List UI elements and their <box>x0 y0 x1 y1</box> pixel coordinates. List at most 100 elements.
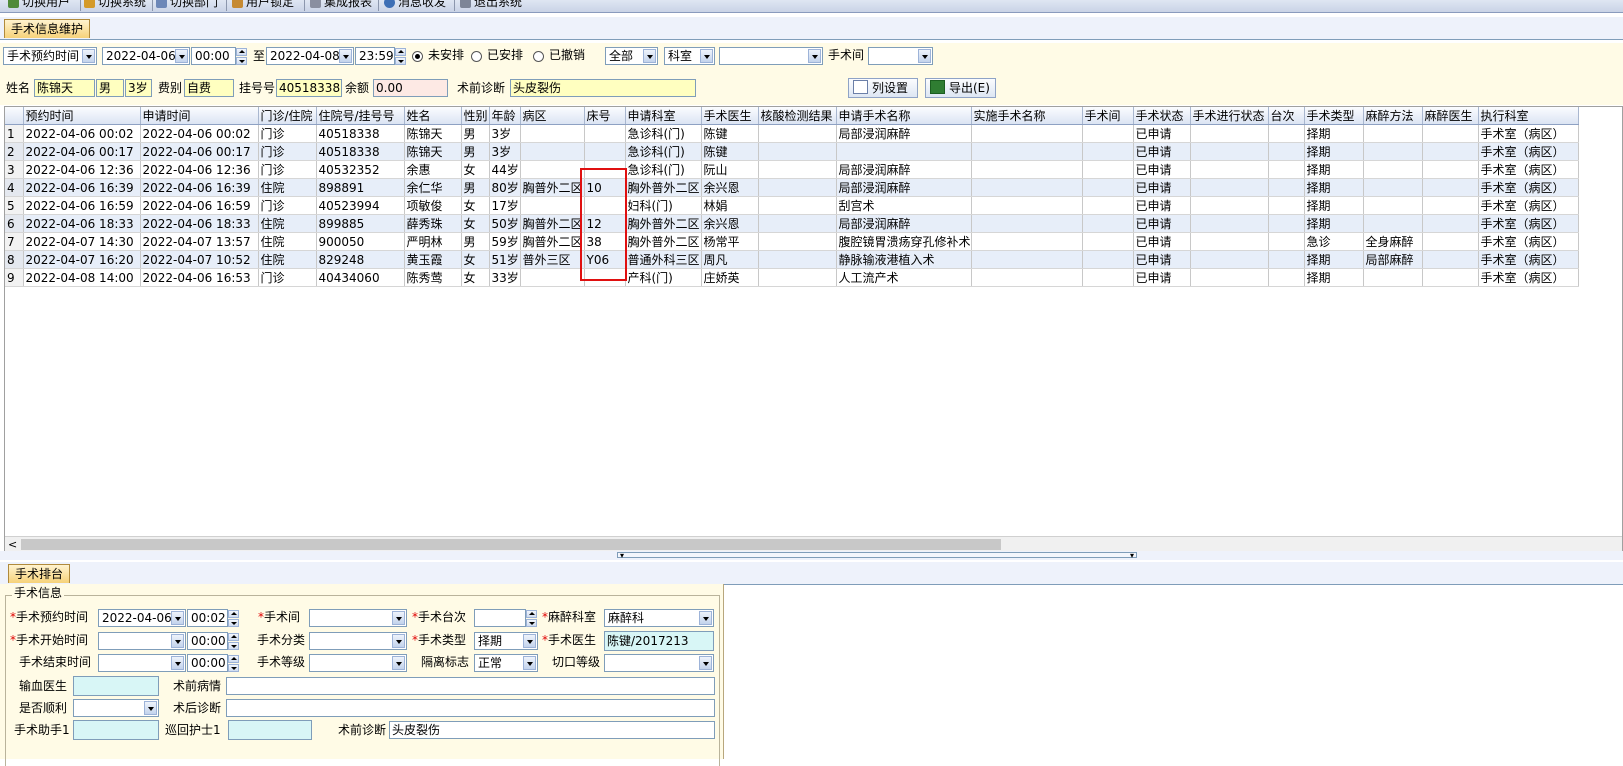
column-header[interactable]: 手术类型 <box>1304 107 1364 125</box>
exit-icon <box>460 0 471 8</box>
appt-time-spinner[interactable] <box>228 610 240 628</box>
level-select[interactable] <box>309 654 407 672</box>
column-header[interactable]: 手术进行状态 <box>1190 107 1269 125</box>
column-header[interactable]: 执行科室 <box>1478 107 1579 125</box>
radio-scheduled[interactable] <box>471 51 482 62</box>
form-preop-diagnosis-field[interactable]: 头皮裂伤 <box>389 721 715 739</box>
appt-date-picker[interactable]: 2022-04-06 <box>98 609 186 627</box>
surgery-grid[interactable]: 预约时间 申请时间 门诊/住院 住院号/挂号号 姓名 性别 年龄 病区 床号 申请科室 手术医生 核酸… <box>4 106 1623 552</box>
end-date-picker[interactable]: 2022-04-08 <box>266 47 354 65</box>
table-cell <box>1363 142 1423 161</box>
scrollbar-thumb[interactable] <box>21 539 1001 550</box>
table-row[interactable]: 1 2022-04-06 00:02 2022-04-06 00:02 门诊 40518… <box>5 124 1579 143</box>
table-row[interactable]: 5 2022-04-06 16:59 2022-04-06 16:59 门诊 40523… <box>5 196 1579 215</box>
patient-gender-field[interactable]: 男 <box>96 79 124 97</box>
isolation-select[interactable]: 正常 <box>474 654 538 672</box>
patient-age-field[interactable]: 3岁 <box>125 79 152 97</box>
end-time-spinner[interactable] <box>228 655 240 673</box>
table-row[interactable]: 9 2022-04-08 14:00 2022-04-06 16:53 门诊 40434… <box>5 268 1579 287</box>
column-header[interactable]: 核酸检测结果 <box>758 107 837 125</box>
column-header[interactable]: 姓名 <box>404 107 462 125</box>
end-date-picker[interactable] <box>98 654 186 672</box>
column-header[interactable]: 台次 <box>1268 107 1305 125</box>
report-button[interactable]: 集成报表 <box>310 0 372 10</box>
column-settings-button[interactable]: 列设置 <box>848 78 918 98</box>
message-button[interactable]: 消息收发 <box>384 0 446 10</box>
table-row[interactable]: 4 2022-04-06 16:39 2022-04-06 16:39 住院 89889… <box>5 178 1579 197</box>
switch-dept-button[interactable]: 切换部门 <box>156 0 218 10</box>
end-time-spinner[interactable] <box>395 48 407 66</box>
start-time-spinner[interactable] <box>236 48 248 66</box>
table-row[interactable]: 2 2022-04-06 00:17 2022-04-06 00:17 门诊 40518… <box>5 142 1579 161</box>
start-date-picker[interactable] <box>98 632 186 650</box>
table-cell <box>1190 250 1269 269</box>
start-date-picker[interactable]: 2022-04-06 <box>102 47 190 65</box>
column-header[interactable]: 麻醉医生 <box>1422 107 1479 125</box>
seq-input[interactable] <box>474 609 537 627</box>
preop-diagnosis-field[interactable]: 头皮裂伤 <box>510 79 696 97</box>
splitter-grip[interactable]: ▾ ▾ <box>617 552 1137 560</box>
column-header[interactable]: 申请手术名称 <box>836 107 972 125</box>
start-time-input[interactable]: 00:00 <box>191 47 247 65</box>
column-header[interactable]: 病区 <box>520 107 585 125</box>
balance-field[interactable]: 0.00 <box>373 79 448 97</box>
column-header[interactable]: 申请时间 <box>140 107 259 125</box>
column-header[interactable]: 手术状态 <box>1133 107 1191 125</box>
fee-type-field[interactable]: 自费 <box>184 79 234 97</box>
column-header[interactable]: 床号 <box>584 107 626 125</box>
table-row[interactable]: 7 2022-04-07 14:30 2022-04-07 13:57 住院 90005… <box>5 232 1579 251</box>
category-select[interactable] <box>309 632 407 650</box>
room-select[interactable] <box>309 609 407 627</box>
dept-select[interactable] <box>719 47 823 65</box>
incision-select[interactable] <box>604 654 714 672</box>
table-row[interactable]: 6 2022-04-06 18:33 2022-04-06 18:33 住院 89988… <box>5 214 1579 233</box>
postop-diagnosis-field[interactable] <box>226 699 715 717</box>
end-time-input[interactable]: 23:59 <box>355 47 406 65</box>
radio-unscheduled[interactable] <box>412 51 423 62</box>
end-time-input[interactable]: 00:00 <box>187 654 239 672</box>
start-time-spinner[interactable] <box>228 633 240 651</box>
room-select[interactable] <box>868 47 933 65</box>
anes-dept-select[interactable]: 麻醉科 <box>604 609 714 627</box>
type-select[interactable]: 择期 <box>474 632 538 650</box>
switch-user-button[interactable]: 切换用户 <box>8 0 70 10</box>
transfusion-doctor-field[interactable] <box>73 676 159 696</box>
column-header[interactable]: 预约时间 <box>23 107 141 125</box>
tab-surgery-maintenance[interactable]: 手术信息维护 <box>4 19 91 38</box>
column-header[interactable]: 手术间 <box>1082 107 1134 125</box>
export-button[interactable]: 导出(E) <box>925 78 996 98</box>
smooth-select[interactable] <box>73 699 159 717</box>
circulating-nurse-field[interactable] <box>228 720 312 740</box>
scope-select[interactable]: 全部 <box>605 47 658 65</box>
table-row[interactable]: 8 2022-04-07 16:20 2022-04-07 10:52 住院 82924… <box>5 250 1579 269</box>
switch-system-button[interactable]: 切换系统 <box>84 0 146 10</box>
scroll-left-icon[interactable]: < <box>8 537 17 552</box>
start-time-input[interactable]: 00:00 <box>187 632 239 650</box>
column-header[interactable]: 性别 <box>461 107 490 125</box>
column-header[interactable]: 实施手术名称 <box>971 107 1083 125</box>
radio-cancelled[interactable] <box>533 51 544 62</box>
dept-type-select[interactable]: 科室 <box>664 47 715 65</box>
surgeon-field[interactable]: 陈键/2017213 <box>604 631 714 651</box>
preop-condition-field[interactable] <box>226 677 715 695</box>
column-header[interactable]: 住院号/挂号号 <box>316 107 405 125</box>
table-row[interactable]: 3 2022-04-06 12:36 2022-04-06 12:36 门诊 40532… <box>5 160 1579 179</box>
assistant-field[interactable] <box>73 720 159 740</box>
reg-no-field[interactable]: 40518338 <box>276 79 342 97</box>
table-cell: 杨常平 <box>701 232 759 251</box>
column-header[interactable]: 申请科室 <box>625 107 702 125</box>
exit-button[interactable]: 退出系统 <box>460 0 522 10</box>
panel-splitter[interactable]: ▾ ▾ <box>0 551 1623 560</box>
seq-spinner[interactable] <box>526 610 538 628</box>
tab-surgery-scheduling[interactable]: 手术排台 <box>8 564 71 583</box>
horizontal-scrollbar[interactable]: < <box>5 536 1622 552</box>
time-type-select[interactable]: 手术预约时间 <box>3 47 97 65</box>
column-header[interactable]: 年龄 <box>489 107 521 125</box>
column-header[interactable]: 手术医生 <box>701 107 759 125</box>
user-lock-button[interactable]: 用户锁定 <box>232 0 294 10</box>
column-header[interactable]: 门诊/住院 <box>258 107 317 125</box>
appt-time-input[interactable]: 00:02 <box>187 609 239 627</box>
chevron-down-icon <box>82 49 95 63</box>
patient-name-field[interactable]: 陈锦天 <box>34 79 95 97</box>
column-header[interactable]: 麻醉方法 <box>1363 107 1423 125</box>
